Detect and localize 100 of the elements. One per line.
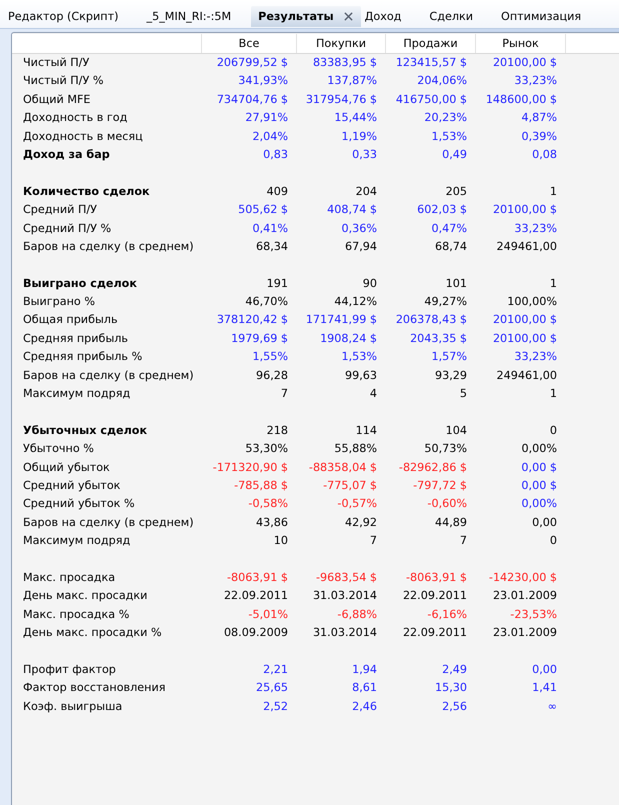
table-cell-text: 27,91%: [244, 110, 289, 126]
row-label: Коэф. выигрыша: [22, 698, 124, 715]
row-label: Общий убыток: [22, 460, 111, 476]
tab[interactable]: Оптимизация: [497, 6, 586, 27]
table-cell-text: 44,89: [434, 514, 468, 531]
table-cell-text: 7: [280, 386, 289, 402]
tab[interactable]: Сделки: [425, 6, 478, 27]
row-label: Баров на сделку (в среднем): [22, 238, 195, 255]
table-cell-text: 0,41%: [251, 220, 289, 237]
table-cell-text: 20100,00 $: [492, 55, 558, 71]
table-cell-text: -88358,04 $: [308, 460, 378, 476]
row-label: Средняя прибыль: [22, 330, 130, 347]
table-cell-text: 2,46: [351, 698, 378, 715]
row-label: Чистый П/У: [22, 55, 90, 71]
table-cell-text: -9683,54 $: [315, 570, 378, 586]
table-cell-text: 53,30%: [244, 441, 289, 458]
table-cell-text: 505,62 $: [237, 202, 289, 218]
table-cell-text: 206799,52 $: [216, 55, 289, 71]
table-cell-text: 416750,00 $: [394, 92, 468, 108]
table-cell-text: 104: [444, 422, 468, 439]
table-cell-text: 1,57%: [430, 349, 468, 366]
table-cell-text: 7: [458, 533, 468, 550]
row-label: Макс. просадка %: [22, 606, 130, 623]
table-cell-text: 68,34: [254, 238, 289, 255]
table-cell-text: 22.09.2011: [402, 625, 468, 642]
table-cell-text: 249461,00: [496, 238, 558, 255]
table-cell-text: -797,72 $: [412, 478, 468, 494]
table-cell-text: 0: [548, 422, 558, 439]
table-cell-text: 23.01.2009: [492, 625, 558, 642]
table-cell-text: -0,57%: [336, 496, 378, 512]
table-cell-text: 317954,76 $: [304, 92, 378, 108]
table-cell-text: 50,73%: [423, 441, 468, 458]
column-header: Продажи: [386, 34, 476, 53]
table-cell-text: 0,08: [531, 146, 558, 163]
row-label: Средний убыток %: [22, 496, 136, 512]
row-label: Общая прибыль: [22, 312, 119, 328]
row-label: Фактор восстановления: [22, 680, 166, 696]
table-cell-text: 33,23%: [513, 73, 558, 90]
table-cell-text: 0,83: [262, 146, 289, 163]
table-cell-text: 49,27%: [423, 294, 468, 310]
table-cell-text: 204,06%: [416, 73, 468, 90]
row-label: Макс. просадка: [22, 570, 116, 586]
table-cell-text: 23.01.2009: [492, 588, 558, 604]
row-label: Доход за бар: [22, 146, 111, 163]
row-label: Доходность в месяц: [22, 128, 144, 145]
close-icon[interactable]: [344, 12, 353, 21]
tab[interactable]: Редактор (Скрипт): [4, 6, 122, 27]
row-label: Доходность в год: [22, 110, 128, 126]
table-cell-text: -8063,91 $: [405, 570, 468, 586]
table-cell-text: 218: [266, 422, 289, 439]
table-cell-text: 1979,69 $: [230, 330, 289, 347]
table-cell-text: 68,74: [434, 238, 468, 255]
table-cell-text: -23,53%: [509, 606, 558, 623]
row-label: Убыточных сделок: [22, 422, 148, 439]
row-label: Количество сделок: [22, 184, 151, 200]
table-cell-text: 1908,24 $: [319, 330, 378, 347]
table-cell-text: 409: [266, 184, 289, 200]
table-cell-text: 0,39%: [520, 128, 558, 145]
table-cell-text: 2,56: [441, 698, 468, 715]
table-cell-text: -8063,91 $: [226, 570, 289, 586]
tab[interactable]: Доход: [360, 6, 406, 27]
table-cell-text: 83383,95 $: [312, 55, 378, 71]
table-cell-text: 90: [362, 276, 378, 292]
table-cell-text: 171741,99 $: [304, 312, 378, 328]
table-cell-text: 33,23%: [513, 349, 558, 366]
row-label: День макс. просадки: [22, 588, 148, 604]
table-cell-text: 5: [458, 386, 468, 402]
table-cell-text: 46,70%: [244, 294, 289, 310]
table-cell-text: 7: [368, 533, 378, 550]
tab[interactable]: Результаты: [251, 6, 361, 27]
table-cell-text: 2,21: [262, 662, 289, 678]
table-cell-text: 0,47%: [430, 220, 468, 237]
row-label: Средний П/У: [22, 202, 98, 218]
table-cell-text: 8,61: [351, 680, 378, 696]
table-cell-text: 20100,00 $: [492, 202, 558, 218]
column-header: Покупки: [297, 34, 386, 53]
table-cell-text: 0,33: [351, 146, 378, 163]
table-cell-text: 93,29: [434, 368, 468, 384]
tab[interactable]: _5_MIN_RI:-:5M: [142, 6, 236, 27]
table-cell-text: 42,92: [344, 514, 378, 531]
table-cell-text: 20100,00 $: [492, 312, 558, 328]
table-cell-text: 22.09.2011: [222, 588, 289, 604]
table-cell-text: 0,00%: [520, 496, 558, 512]
table-cell-text: 148600,00 $: [484, 92, 558, 108]
table-cell-text: 1,94: [351, 662, 378, 678]
table-cell-text: 1,53%: [340, 349, 378, 366]
row-label: Максимум подряд: [22, 386, 132, 402]
table-cell-text: 10: [272, 533, 289, 550]
table-cell-text: 100,00%: [506, 294, 558, 310]
row-label: Средняя прибыль %: [22, 349, 144, 366]
row-label: Чистый П/У %: [22, 73, 104, 90]
table-cell-text: 31.03.2014: [312, 588, 378, 604]
table-cell-text: 249461,00: [496, 368, 558, 384]
table-cell-text: 602,03 $: [416, 202, 468, 218]
table-cell-text: 137,87%: [326, 73, 378, 90]
table-cell-text: 0,00: [531, 514, 558, 531]
table-cell-text: 1: [548, 276, 558, 292]
table-cell-text: -785,88 $: [233, 478, 289, 494]
table-cell-text: 0,00 $: [520, 478, 558, 494]
table-cell-text: 25,65: [254, 680, 289, 696]
